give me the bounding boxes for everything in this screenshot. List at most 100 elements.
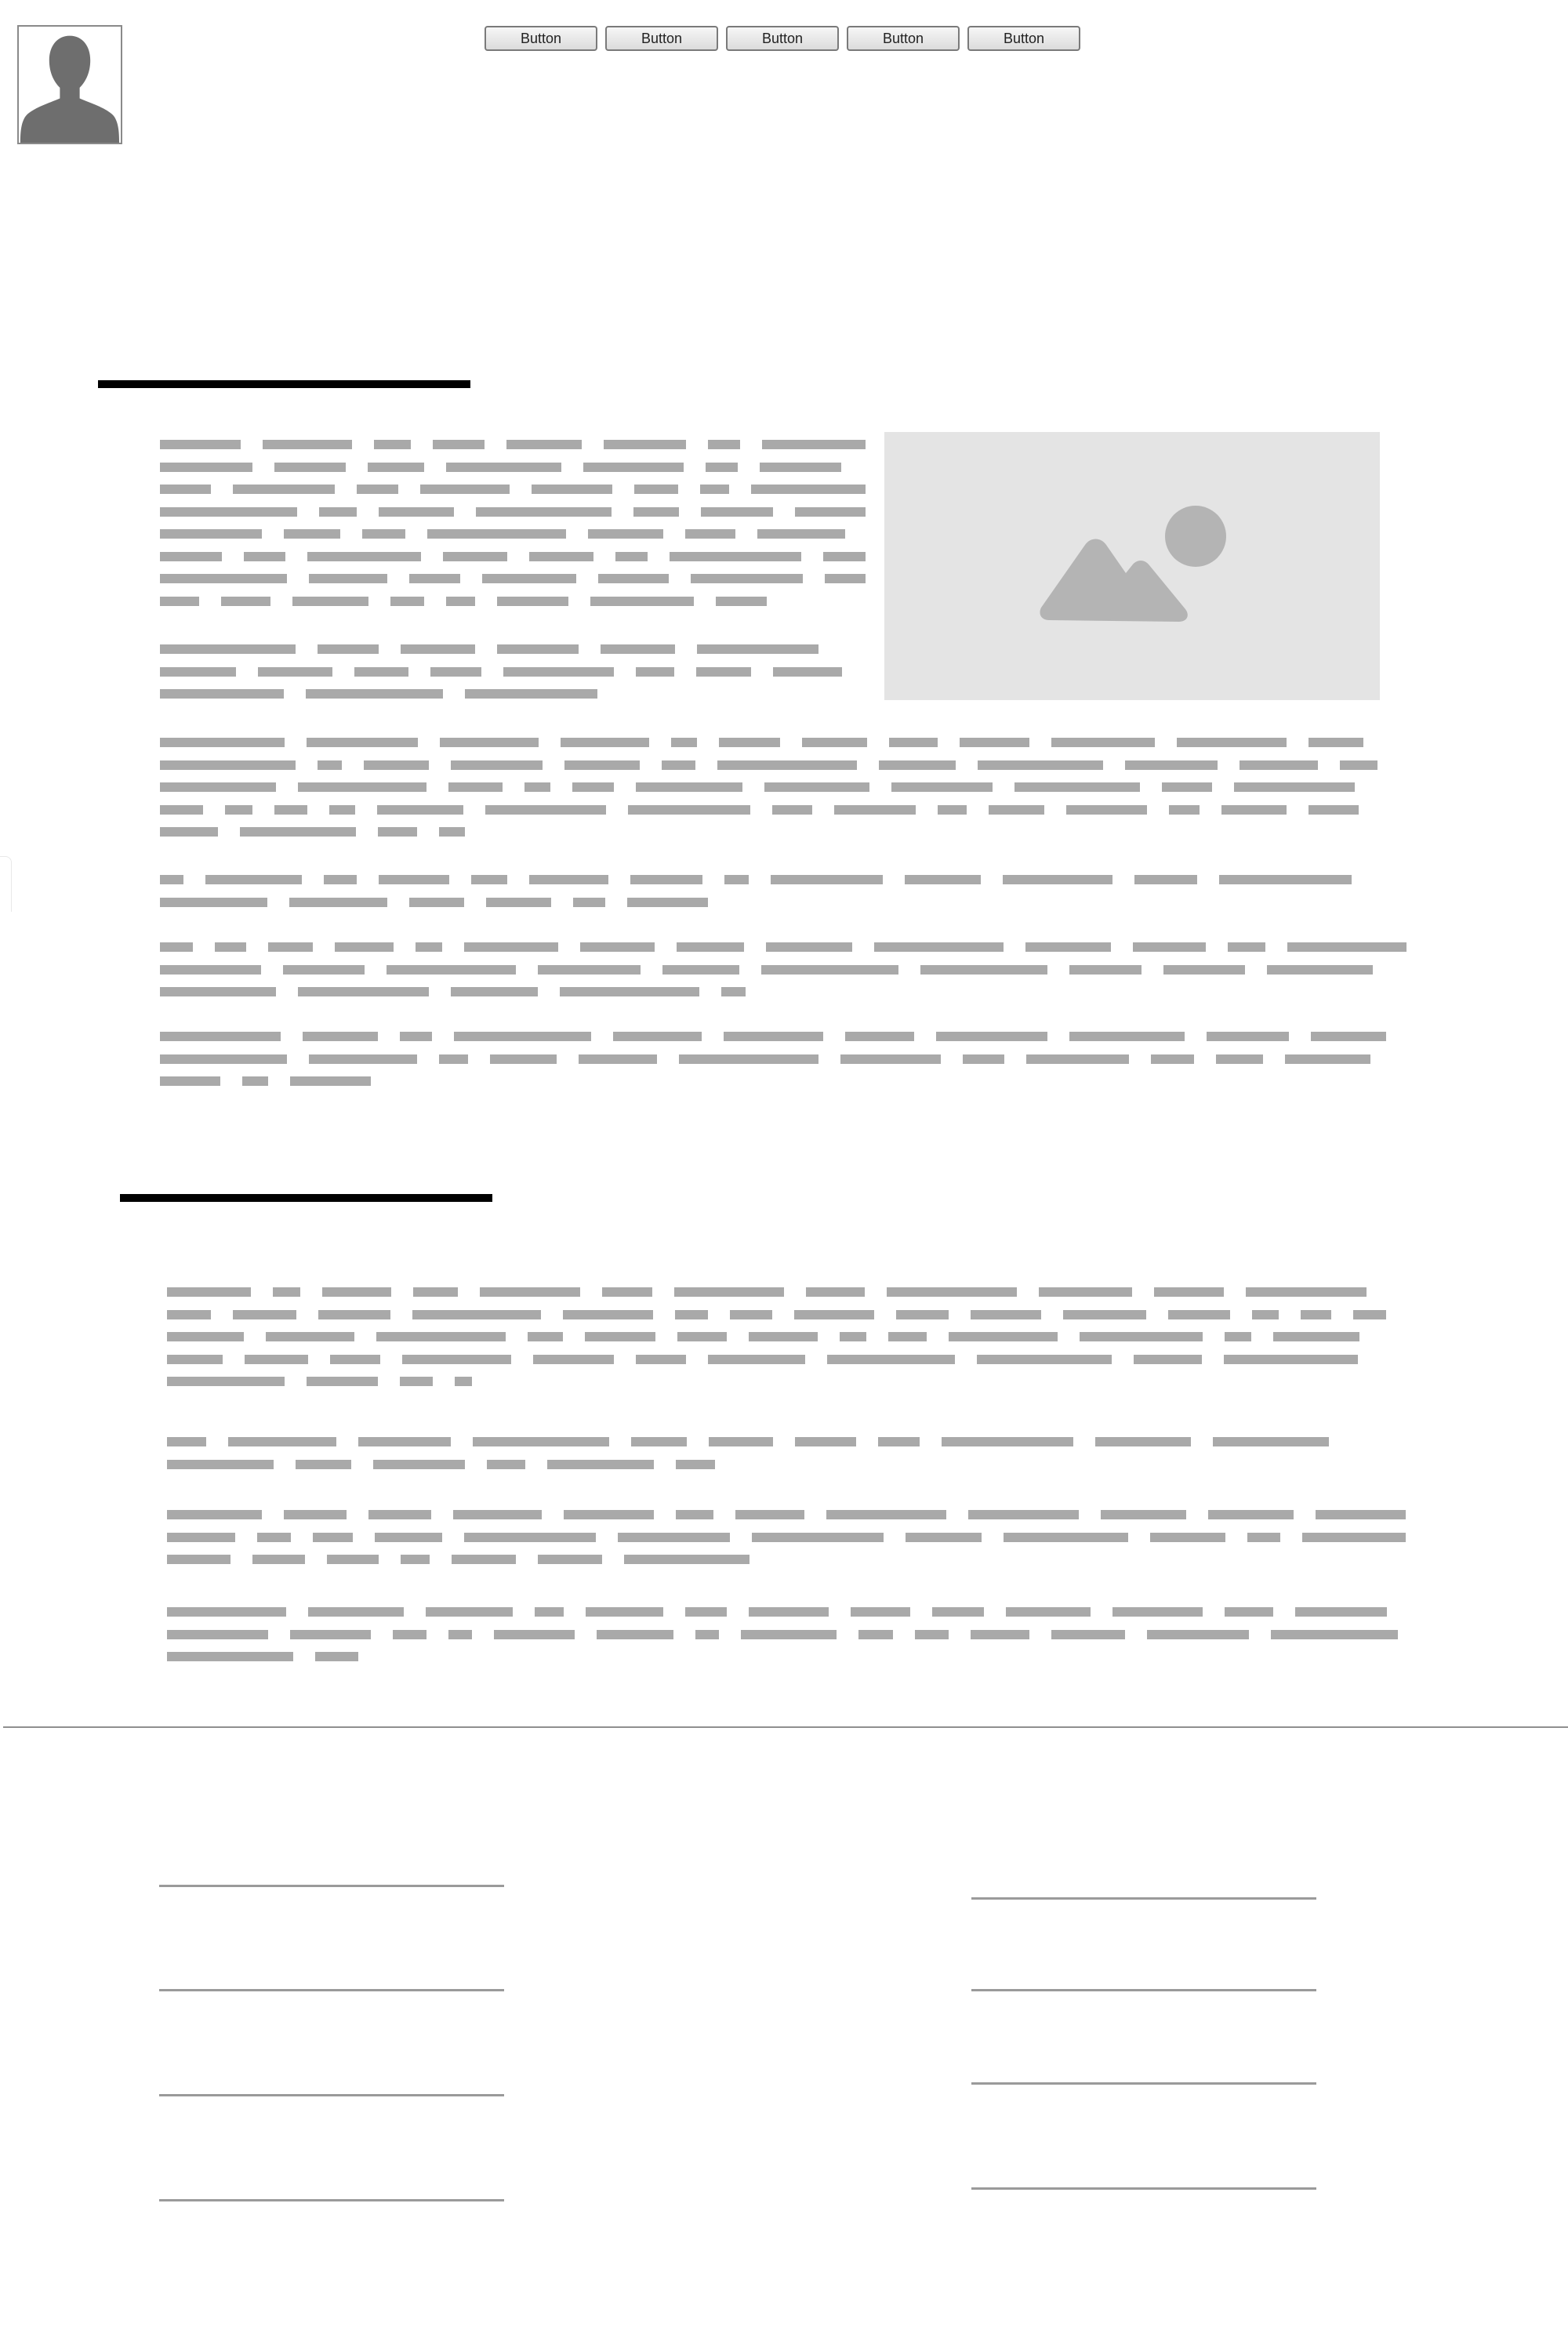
text-word: [636, 782, 742, 792]
text-word: [529, 875, 608, 884]
text-word: [1240, 760, 1318, 770]
text-word: [691, 574, 803, 583]
footer-right-link-4[interactable]: [971, 2187, 1316, 2190]
text-word: [409, 897, 464, 907]
footer-left-link-2[interactable]: [159, 1989, 504, 1991]
text-word: [215, 942, 246, 952]
text-word: [636, 666, 674, 677]
text-word: [167, 1532, 235, 1542]
section-2-paragraph-1: [167, 1287, 1386, 1399]
nav-button-2[interactable]: Button: [605, 26, 718, 51]
text-word: [464, 942, 558, 952]
text-word: [1069, 964, 1142, 975]
text-word: [1101, 1510, 1186, 1519]
text-word: [858, 1629, 893, 1639]
footer-right-link-2[interactable]: [971, 1989, 1316, 1991]
text-word: [354, 666, 408, 677]
text-line: [160, 782, 1379, 792]
footer-right-link-1[interactable]: [971, 1897, 1316, 1900]
text-word: [524, 782, 550, 792]
footer-right-link-3[interactable]: [971, 2082, 1316, 2085]
text-line: [167, 1510, 1406, 1519]
text-word: [538, 964, 641, 975]
text-word: [700, 485, 729, 494]
text-word: [1162, 782, 1212, 792]
footer-left-link-4[interactable]: [159, 2199, 504, 2201]
text-line: [160, 485, 866, 494]
text-word: [448, 1629, 472, 1639]
nav-button-3[interactable]: Button: [726, 26, 839, 51]
text-word: [160, 551, 222, 561]
text-word: [826, 1510, 946, 1519]
text-word: [676, 1510, 713, 1519]
text-word: [1285, 1054, 1370, 1064]
text-word: [773, 666, 842, 677]
text-word: [167, 1652, 293, 1661]
nav-button-4[interactable]: Button: [847, 26, 960, 51]
text-word: [309, 1054, 417, 1064]
text-word: [451, 987, 538, 996]
text-word: [160, 987, 276, 996]
text-line: [160, 574, 866, 583]
text-word: [1147, 1629, 1249, 1639]
text-word: [724, 875, 749, 884]
text-word: [330, 1354, 380, 1364]
section-1-paragraph-3: [160, 738, 1379, 850]
avatar[interactable]: [17, 25, 122, 144]
text-line: [160, 1076, 1399, 1086]
text-word: [160, 804, 203, 815]
text-word: [879, 760, 956, 770]
text-line: [160, 964, 1406, 975]
text-word: [604, 440, 686, 449]
text-word: [289, 897, 387, 907]
text-word: [920, 964, 1047, 975]
text-word: [670, 551, 801, 561]
text-word: [160, 485, 211, 494]
text-word: [528, 1332, 563, 1341]
text-word: [167, 1287, 251, 1297]
footer-left-link-3[interactable]: [159, 2094, 504, 2096]
text-word: [1213, 1437, 1329, 1446]
text-word: [674, 1287, 784, 1297]
text-word: [572, 782, 614, 792]
text-word: [1014, 782, 1140, 792]
text-word: [802, 738, 867, 747]
text-word: [1311, 1032, 1386, 1041]
text-word: [160, 1032, 281, 1041]
text-word: [476, 506, 612, 517]
text-word: [624, 1555, 750, 1564]
text-word: [598, 574, 669, 583]
text-word: [741, 1629, 837, 1639]
text-word: [772, 804, 812, 815]
text-word: [1112, 1607, 1203, 1617]
text-word: [494, 1629, 575, 1639]
footer-left-link-1[interactable]: [159, 1885, 504, 1887]
text-word: [490, 1054, 557, 1064]
text-word: [677, 942, 744, 952]
text-word: [160, 689, 284, 699]
text-word: [761, 964, 898, 975]
text-word: [1006, 1607, 1091, 1617]
text-word: [878, 1437, 920, 1446]
text-word: [840, 1054, 941, 1064]
text-word: [1246, 1287, 1367, 1297]
text-word: [845, 1032, 914, 1041]
text-line: [167, 1532, 1406, 1542]
text-line: [160, 506, 866, 517]
text-word: [1080, 1332, 1203, 1341]
text-word: [1207, 1032, 1289, 1041]
section-2-heading: [120, 1194, 492, 1202]
text-word: [1216, 1054, 1263, 1064]
text-word: [752, 1532, 884, 1542]
nav-button-1[interactable]: Button: [485, 26, 597, 51]
nav-button-5[interactable]: Button: [967, 26, 1080, 51]
text-word: [963, 1054, 1004, 1064]
text-word: [160, 462, 252, 472]
text-word: [307, 1377, 378, 1386]
text-word: [887, 1287, 1017, 1297]
text-word: [827, 1354, 955, 1364]
text-word: [242, 1076, 268, 1086]
text-word: [586, 1607, 663, 1617]
text-line: [160, 440, 866, 449]
text-word: [318, 1309, 390, 1319]
